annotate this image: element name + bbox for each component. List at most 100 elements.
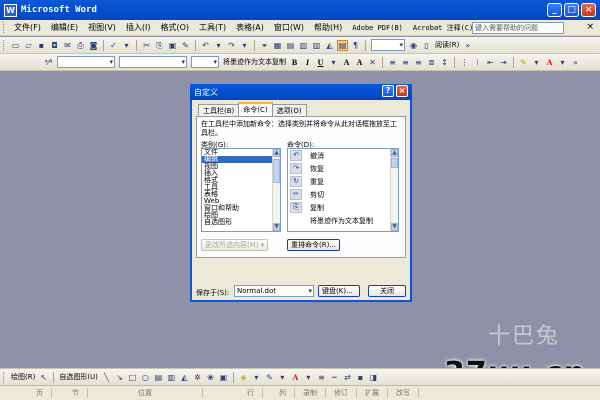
scroll-up-icon[interactable]: ▲ — [273, 149, 280, 157]
font-size-combo[interactable] — [191, 56, 219, 68]
save-icon[interactable]: ▪ — [36, 40, 47, 51]
email-icon[interactable]: ✉ — [62, 40, 73, 51]
new-document-icon[interactable]: ▭ — [10, 40, 21, 51]
status-record[interactable]: 录制 — [295, 388, 326, 398]
line-color-dropdown-icon[interactable]: ▾ — [277, 372, 288, 383]
redo-icon[interactable]: ↷ — [226, 40, 237, 51]
cut-icon[interactable]: ✂ — [141, 40, 152, 51]
close-button[interactable]: × — [581, 3, 596, 17]
numbering-icon[interactable]: ⋮ — [459, 57, 470, 68]
char-shading-icon[interactable]: A — [354, 57, 365, 68]
categories-scrollbar[interactable]: ▲ ▼ — [272, 149, 280, 231]
decrease-indent-icon[interactable]: ⇤ — [485, 57, 496, 68]
drawing-icon[interactable]: ◭ — [324, 40, 335, 51]
close-dialog-button[interactable]: 关闭 — [368, 285, 406, 297]
spelling-icon[interactable]: ✓ — [108, 40, 119, 51]
align-right-icon[interactable]: ≡ — [413, 57, 424, 68]
redo-dropdown-icon[interactable]: ▾ — [239, 40, 250, 51]
dialog-help-button[interactable]: ? — [382, 85, 394, 97]
categories-list[interactable]: 文件 编辑 视图 插入 格式 工具 表格 Web 窗口和帮助 绘图 自选图形 ▲… — [201, 148, 281, 232]
menu-edit[interactable]: 编辑(E) — [46, 22, 83, 33]
columns-icon[interactable]: ▥ — [311, 40, 322, 51]
commands-scrollbar[interactable]: ▲ ▼ — [390, 149, 398, 231]
char-scale-icon[interactable]: ✕ — [367, 57, 378, 68]
oval-icon[interactable]: ○ — [140, 372, 151, 383]
autoshapes-menu-button[interactable]: 自选图形(U) — [59, 372, 98, 382]
open-icon[interactable]: ▱ — [23, 40, 34, 51]
menu-window[interactable]: 窗口(W) — [269, 22, 309, 33]
command-item-cut[interactable]: ✂ 剪切 — [288, 188, 398, 201]
rectangle-icon[interactable]: □ — [127, 372, 138, 383]
bold-button[interactable]: B — [289, 57, 300, 68]
help-icon[interactable]: ◉ — [408, 40, 419, 51]
command-item-repeat[interactable]: ↻ 重复 — [288, 175, 398, 188]
line-style-icon[interactable]: ≡ — [316, 372, 327, 383]
diagram-icon[interactable]: ✲ — [192, 372, 203, 383]
underline-button[interactable]: U — [315, 57, 326, 68]
menu-file[interactable]: 文件(F) — [9, 22, 46, 33]
toolbar-grip-icon[interactable] — [3, 371, 6, 383]
picture-icon[interactable]: ▣ — [218, 372, 229, 383]
zoom-combo[interactable] — [371, 39, 405, 51]
toolbar-options-icon[interactable]: » — [570, 57, 581, 68]
command-item-redo[interactable]: ↷ 恢复 — [288, 162, 398, 175]
font-color-dropdown-icon[interactable]: ▾ — [303, 372, 314, 383]
font-color-icon[interactable]: A — [544, 57, 555, 68]
styles-pane-icon[interactable]: ⁴⁄⁴ — [43, 57, 54, 68]
underline-dropdown-icon[interactable]: ▾ — [328, 57, 339, 68]
copy-ink-as-text-button[interactable]: 将墨迹作为文本复制 — [223, 57, 286, 67]
align-left-icon[interactable]: ≡ — [387, 57, 398, 68]
status-track-changes[interactable]: 修订 — [326, 388, 357, 398]
dialog-close-button[interactable]: × — [396, 85, 408, 97]
document-close-icon[interactable]: × — [586, 22, 594, 32]
save-in-combo[interactable]: Normal.dot — [234, 285, 314, 297]
tab-toolbars[interactable]: 工具栏(B) — [198, 104, 240, 116]
tables-borders-icon[interactable]: ▦ — [272, 40, 283, 51]
char-border-icon[interactable]: A — [341, 57, 352, 68]
align-center-icon[interactable]: ≡ — [400, 57, 411, 68]
dash-style-icon[interactable]: ┅ — [329, 372, 340, 383]
command-item-undo[interactable]: ↶ 撤消 — [288, 149, 398, 162]
rearrange-commands-button[interactable]: 重排命令(R)... — [287, 239, 341, 251]
font-color-dropdown-icon[interactable]: ▾ — [557, 57, 568, 68]
arrow-style-icon[interactable]: ⇄ — [342, 372, 353, 383]
bullets-icon[interactable]: ⁝ — [472, 57, 483, 68]
command-item-copy[interactable]: ⎘ 复制 — [288, 201, 398, 214]
menu-acrobat-comments[interactable]: Acrobat 注释(C) — [408, 23, 478, 33]
wordart-icon[interactable]: ◭ — [179, 372, 190, 383]
line-icon[interactable]: ╲ — [101, 372, 112, 383]
menu-insert[interactable]: 插入(I) — [121, 22, 156, 33]
keyboard-button[interactable]: 键盘(K)... — [318, 285, 360, 297]
list-item[interactable]: 自选图形 — [202, 219, 280, 226]
hyperlink-icon[interactable]: ⚭ — [259, 40, 270, 51]
status-extend[interactable]: 扩展 — [357, 388, 388, 398]
arrow-icon[interactable]: ↘ — [114, 372, 125, 383]
print-icon[interactable]: ⎙ — [75, 40, 86, 51]
justify-icon[interactable]: ≣ — [426, 57, 437, 68]
menu-table[interactable]: 表格(A) — [231, 22, 269, 33]
italic-button[interactable]: I — [302, 57, 313, 68]
status-overtype[interactable]: 改写 — [388, 388, 419, 398]
increase-indent-icon[interactable]: ⇥ — [498, 57, 509, 68]
minimize-button[interactable]: _ — [547, 3, 562, 17]
scroll-thumb[interactable] — [391, 158, 398, 168]
paste-icon[interactable]: ▣ — [167, 40, 178, 51]
toolbar-grip-icon[interactable] — [3, 39, 6, 51]
fill-color-icon[interactable]: ◈ — [238, 372, 249, 383]
scroll-thumb[interactable] — [273, 159, 280, 183]
read-button[interactable]: 阅读(R) — [435, 40, 459, 50]
research-icon[interactable]: ▾ — [121, 40, 132, 51]
help-search-input[interactable]: 键入需要帮助的问题 — [472, 22, 564, 34]
menu-format[interactable]: 格式(O) — [155, 22, 194, 33]
menu-adobe-pdf[interactable]: Adobe PDF(B) — [347, 24, 408, 32]
font-combo[interactable] — [119, 56, 187, 68]
copy-icon[interactable]: ⎘ — [154, 40, 165, 51]
commands-list[interactable]: ↶ 撤消 ↷ 恢复 ↻ 重复 ✂ 剪切 ⎘ 复制 将墨迹作为文本复制 ▲ ▼ — [287, 148, 399, 232]
style-combo[interactable] — [57, 56, 115, 68]
command-item-copy-ink[interactable]: 将墨迹作为文本复制 — [288, 214, 398, 227]
document-map-icon[interactable]: ▤ — [337, 39, 348, 51]
insert-excel-icon[interactable]: ▥ — [298, 40, 309, 51]
textbox-icon[interactable]: ▤ — [153, 372, 164, 383]
menu-grip-icon[interactable] — [3, 22, 6, 33]
show-hide-icon[interactable]: ¶ — [350, 40, 361, 51]
